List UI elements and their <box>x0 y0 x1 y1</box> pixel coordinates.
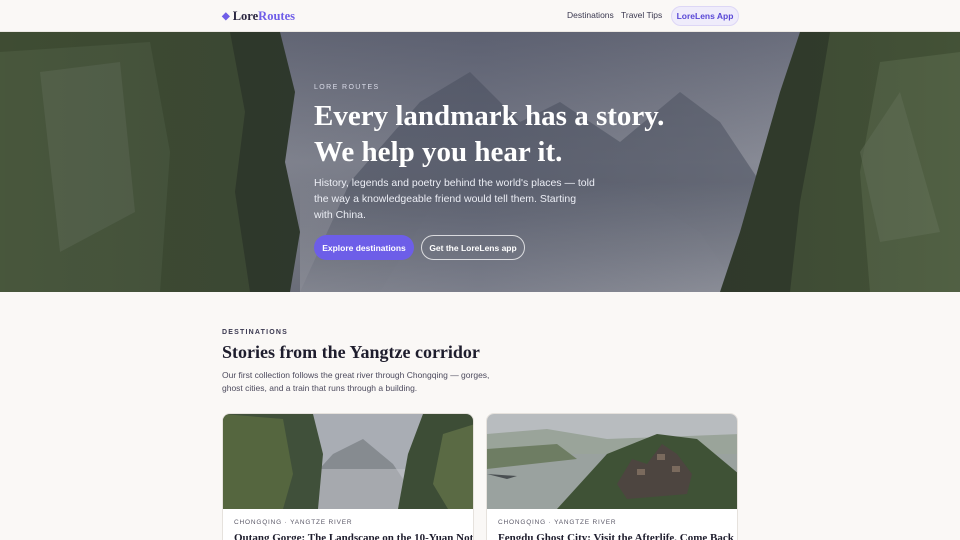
get-app-button[interactable]: Get the LoreLens app <box>421 235 525 260</box>
top-nav: ◆ LoreRoutes Destinations Travel Tips Lo… <box>0 0 960 32</box>
section-title: Stories from the Yangtze corridor <box>222 342 480 362</box>
explore-destinations-button[interactable]: Explore destinations <box>314 235 414 260</box>
card-title: Qutang Gorge: The Landscape on the 10-Yu… <box>234 532 474 540</box>
destination-card[interactable]: CHONGQING · YANGTZE RIVER Qutang Gorge: … <box>222 413 474 540</box>
hero-eyebrow: LORE ROUTES <box>314 84 380 91</box>
hero-subtitle: History, legends and poetry behind the w… <box>314 177 595 221</box>
card-image-qutang-gorge <box>223 414 473 509</box>
nav-link-destinations[interactable]: Destinations <box>567 10 614 20</box>
card-image-fengdu-ghost-city <box>487 414 737 509</box>
section-eyebrow: DESTINATIONS <box>222 329 288 336</box>
nav-link-travel-tips[interactable]: Travel Tips <box>621 10 662 20</box>
card-title: Fengdu Ghost City: Visit the Afterlife, … <box>498 532 734 540</box>
lorelens-app-button[interactable]: LoreLens App <box>671 6 739 26</box>
section-description: Our first collection follows the great r… <box>222 370 490 393</box>
hero-section: LORE ROUTES Every landmark has a story. … <box>0 32 960 292</box>
logo-text-routes: Routes <box>258 9 295 23</box>
hero-title-line-1: Every landmark has a story. <box>314 100 665 132</box>
card-location-tag: CHONGQING · YANGTZE RIVER <box>234 519 353 526</box>
site-logo[interactable]: ◆ LoreRoutes <box>222 9 295 24</box>
hero-title: Every landmark has a story. We help you … <box>314 98 694 170</box>
destination-card[interactable]: CHONGQING · YANGTZE RIVER Fengdu Ghost C… <box>486 413 738 540</box>
logo-text-lore: Lore <box>232 9 259 23</box>
diamond-icon: ◆ <box>222 11 230 22</box>
card-location-tag: CHONGQING · YANGTZE RIVER <box>498 519 617 526</box>
hero-title-line-2: We help you hear it. <box>314 136 563 168</box>
